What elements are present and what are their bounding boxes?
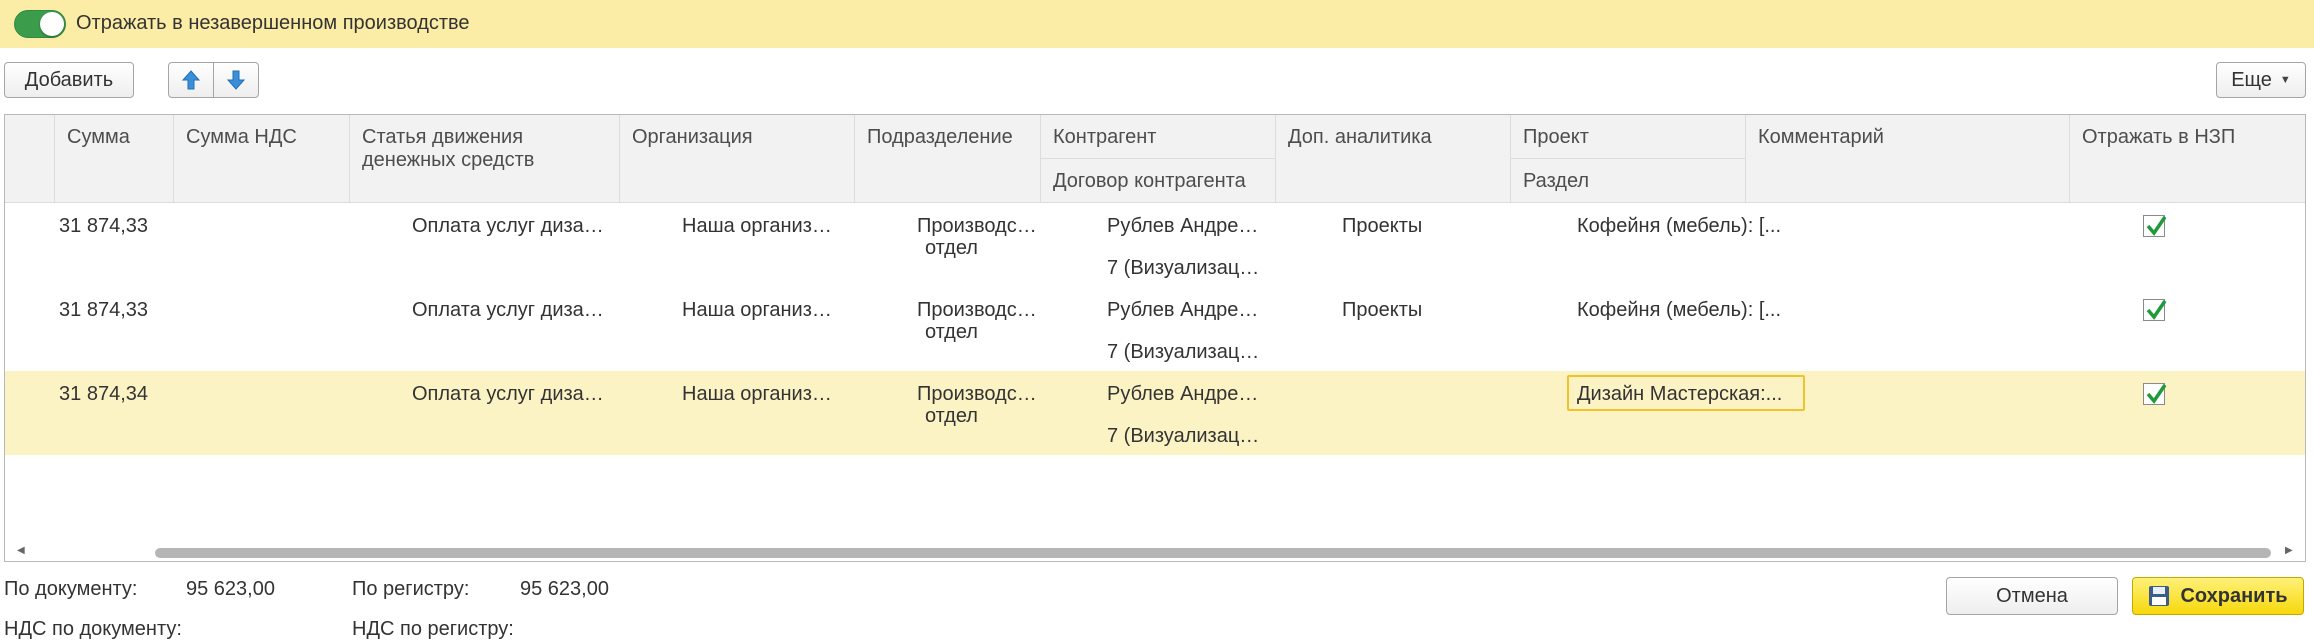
save-button[interactable]: Сохранить xyxy=(2132,577,2304,615)
column-header-cashflow[interactable]: Статья движения денежных средств xyxy=(350,115,620,203)
cell-sum[interactable]: 31 874,33 xyxy=(40,299,148,322)
toggle-knob xyxy=(40,12,64,36)
cell-cashflow[interactable]: Оплата услуг дизайнера xyxy=(412,215,612,238)
checkmark-icon xyxy=(2146,384,2167,404)
cell-organization[interactable]: Наша организация xyxy=(682,215,842,238)
register-total-value: 95 623,00 xyxy=(520,578,609,600)
checkmark-icon xyxy=(2146,300,2167,320)
register-total-label: По регистру: xyxy=(352,578,470,600)
more-button[interactable]: Еще ▼ xyxy=(2216,62,2306,98)
checkmark-icon xyxy=(2146,216,2167,236)
cell-department[interactable]: Производственны xyxy=(917,215,1037,238)
move-down-button[interactable] xyxy=(213,62,259,98)
cell-counterparty[interactable]: Рублев Андрей Ильич xyxy=(1107,383,1267,406)
cell-contract[interactable]: 7 (Визуализация Ка... xyxy=(1107,341,1267,364)
cell-department[interactable]: Производственны xyxy=(917,383,1037,406)
cell-sum[interactable]: 31 874,34 xyxy=(40,383,148,406)
doc-total-value: 95 623,00 xyxy=(186,578,275,600)
cell-department[interactable]: Производственны xyxy=(917,299,1037,322)
horizontal-scrollbar[interactable]: ◀ ▶ xyxy=(5,540,2305,560)
chevron-down-icon: ▼ xyxy=(2279,74,2291,86)
column-header-counterparty[interactable]: Контрагент xyxy=(1041,115,1276,159)
cell-counterparty[interactable]: Рублев Андрей Ильич xyxy=(1107,299,1267,322)
wip-checkbox[interactable] xyxy=(2143,299,2167,321)
more-label: Еще xyxy=(2231,68,2272,91)
top-toggle-bar: Отражать в незавершенном производстве xyxy=(0,0,2314,48)
add-button[interactable]: Добавить xyxy=(4,62,134,98)
cell-cashflow[interactable]: Оплата услуг дизайнера xyxy=(412,299,612,322)
column-header-wip[interactable]: Отражать в НЗП xyxy=(2070,115,2305,203)
cell-contract[interactable]: 7 (Визуализация Ка... xyxy=(1107,425,1267,448)
cell-contract[interactable]: 7 (Визуализация Ка... xyxy=(1107,257,1267,280)
wip-checkbox[interactable] xyxy=(2143,215,2167,237)
cancel-button[interactable]: Отмена xyxy=(1946,577,2118,615)
column-header-section[interactable]: Раздел xyxy=(1511,159,1746,203)
vat-register-label: НДС по регистру: xyxy=(352,618,514,640)
distribution-table: Сумма Сумма НДС Статья движения денежных… xyxy=(4,114,2306,562)
cell-department-2[interactable]: отдел xyxy=(925,405,1025,428)
column-header-sum[interactable]: Сумма xyxy=(55,115,174,203)
cell-department-2[interactable]: отдел xyxy=(925,321,1025,344)
arrow-down-icon xyxy=(226,70,246,90)
cell-project[interactable]: Кофейня (мебель): [... xyxy=(1577,299,1787,322)
scroll-thumb[interactable] xyxy=(155,548,2271,558)
wip-toggle[interactable] xyxy=(14,10,66,38)
floppy-disk-icon xyxy=(2149,586,2170,606)
cell-counterparty[interactable]: Рублев Андрей Ильич xyxy=(1107,215,1267,238)
column-header-organization[interactable]: Организация xyxy=(620,115,855,203)
table-row[interactable]: 31 874,34 Оплата услуг дизайнера Наша орга… xyxy=(5,371,2305,455)
wip-checkbox[interactable] xyxy=(2143,383,2167,405)
arrow-up-icon xyxy=(181,70,201,90)
scroll-right-icon[interactable]: ▶ xyxy=(2285,545,2293,556)
column-header-comment[interactable]: Комментарий xyxy=(1746,115,2070,203)
move-up-button[interactable] xyxy=(168,62,214,98)
row-marker-header xyxy=(5,115,55,203)
table-row[interactable]: 31 874,33 Оплата услуг дизайнера Наша орга… xyxy=(5,203,2305,287)
cell-sum[interactable]: 31 874,33 xyxy=(40,215,148,238)
save-label: Сохранить xyxy=(2180,584,2288,607)
cell-organization[interactable]: Наша организация xyxy=(682,299,842,322)
cell-project[interactable]: Кофейня (мебель): [... xyxy=(1577,215,1787,238)
table-row[interactable]: 31 874,33 Оплата услуг дизайнера Наша орга… xyxy=(5,287,2305,371)
doc-total-label: По документу: xyxy=(4,578,138,600)
scroll-left-icon[interactable]: ◀ xyxy=(17,545,25,556)
cell-project[interactable]: Дизайн Мастерская:... xyxy=(1577,383,1787,406)
cell-department-2[interactable]: отдел xyxy=(925,237,1025,260)
vat-doc-label: НДС по документу: xyxy=(4,618,182,640)
wip-toggle-label: Отражать в незавершенном производстве xyxy=(76,12,470,34)
cell-analytics[interactable]: Проекты xyxy=(1342,215,1502,238)
column-header-analytics[interactable]: Доп. аналитика xyxy=(1276,115,1511,203)
cell-organization[interactable]: Наша организация xyxy=(682,383,842,406)
column-header-project[interactable]: Проект xyxy=(1511,115,1746,159)
cell-analytics[interactable]: Проекты xyxy=(1342,299,1502,322)
cell-cashflow[interactable]: Оплата услуг дизайнера xyxy=(412,383,612,406)
column-header-vat[interactable]: Сумма НДС xyxy=(174,115,350,203)
column-header-department[interactable]: Подразделение xyxy=(855,115,1041,203)
column-header-contract[interactable]: Договор контрагента xyxy=(1041,159,1276,203)
